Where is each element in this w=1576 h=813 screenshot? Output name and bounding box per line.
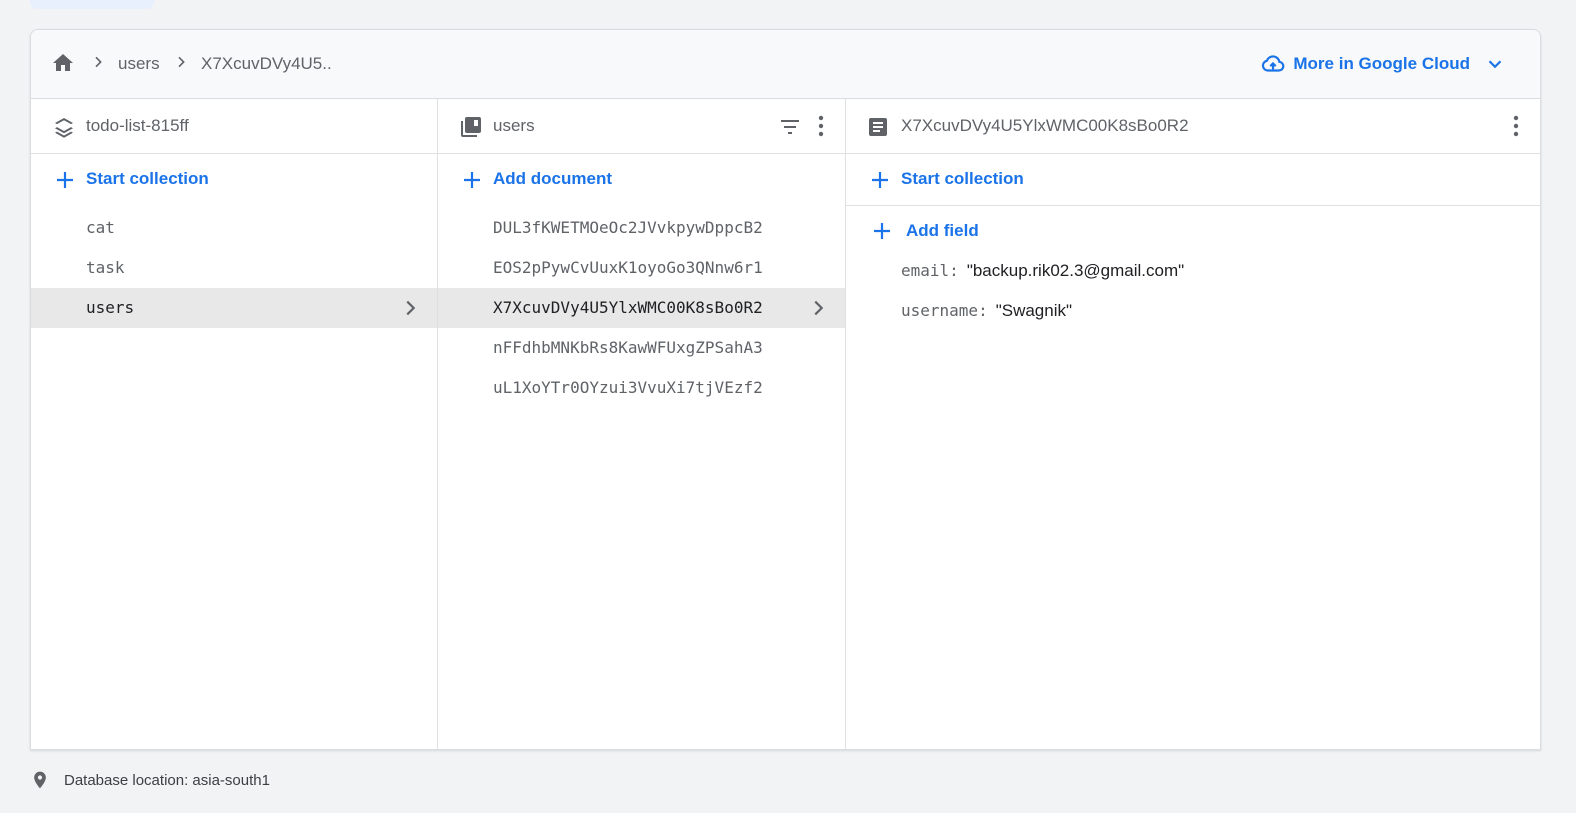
document-column: X7XcuvDVy4U5YlxWMC00K8sBo0R2 Start colle… xyxy=(846,99,1540,749)
field-key: email xyxy=(901,261,950,280)
plus-icon xyxy=(464,172,480,188)
breadcrumb-item-users[interactable]: users xyxy=(118,53,160,75)
chevron-right-icon xyxy=(178,56,185,68)
more-vert-icon[interactable] xyxy=(809,112,833,140)
breadcrumb: users X7XcuvDVy4U5.. More in Google Clou… xyxy=(31,30,1540,99)
project-title: todo-list-815ff xyxy=(86,116,189,135)
start-collection-button[interactable]: Start collection xyxy=(31,155,437,205)
location-pin-icon xyxy=(34,771,46,789)
database-location-footer: Database location: asia-south1 xyxy=(30,768,270,792)
cloud-icon xyxy=(1262,55,1285,72)
document-column-header: X7XcuvDVy4U5YlxWMC00K8sBo0R2 xyxy=(846,99,1540,154)
collection-title: users xyxy=(493,116,535,135)
start-subcollection-button[interactable]: Start collection xyxy=(846,155,1540,205)
add-document-label: Add document xyxy=(493,169,612,188)
field-value: "Swagnik" xyxy=(995,301,1073,320)
add-field-button[interactable]: Add field xyxy=(846,211,1146,251)
top-tab-pill[interactable] xyxy=(30,0,154,9)
collection-column-header: users xyxy=(438,99,845,154)
collection-icon xyxy=(461,117,481,137)
home-icon[interactable] xyxy=(51,51,75,75)
collection-item-task[interactable]: task xyxy=(31,248,437,288)
field-key: username xyxy=(901,301,979,320)
field-colon: : xyxy=(978,301,988,320)
collection-column: users Add document DUL3fKWETMOeOc2JVvkpy… xyxy=(438,99,846,749)
document-item-selected[interactable]: X7XcuvDVy4U5YlxWMC00K8sBo0R2 xyxy=(438,288,845,328)
plus-icon xyxy=(872,172,888,188)
plus-icon xyxy=(874,223,890,239)
add-document-button[interactable]: Add document xyxy=(438,155,845,205)
root-column: todo-list-815ff Start collection cat tas… xyxy=(31,99,438,749)
more-vert-icon[interactable] xyxy=(1504,112,1528,140)
breadcrumb-item-document[interactable]: X7XcuvDVy4U5.. xyxy=(201,53,332,75)
document-title: X7XcuvDVy4U5YlxWMC00K8sBo0R2 xyxy=(901,116,1189,135)
chevron-right-icon xyxy=(406,300,416,316)
field-row-email[interactable]: email: "backup.rik02.3@gmail.com" xyxy=(901,261,1184,291)
chevron-right-icon xyxy=(814,300,824,316)
chevron-down-icon xyxy=(1488,60,1502,69)
more-in-google-cloud-button[interactable]: More in Google Cloud xyxy=(1260,51,1506,77)
start-subcollection-label: Start collection xyxy=(901,169,1024,188)
more-in-google-cloud-label: More in Google Cloud xyxy=(1293,54,1470,73)
chevron-right-icon xyxy=(95,56,102,68)
document-item[interactable]: EOS2pPywCvUuxK1oyoGo3QNnw6r1 xyxy=(438,248,845,288)
plus-icon xyxy=(57,172,73,188)
field-row-username[interactable]: username: "Swagnik" xyxy=(901,301,1072,331)
database-location-text: Database location: asia-south1 xyxy=(64,771,270,789)
field-value: "backup.rik02.3@gmail.com" xyxy=(966,261,1185,280)
document-item[interactable]: DUL3fKWETMOeOc2JVvkpywDppcB2 xyxy=(438,208,845,248)
firestore-data-panel: users X7XcuvDVy4U5.. More in Google Clou… xyxy=(30,29,1541,750)
start-collection-label: Start collection xyxy=(86,169,209,188)
filter-icon[interactable] xyxy=(778,115,802,139)
database-layers-icon xyxy=(55,118,73,138)
collection-item-users[interactable]: users xyxy=(31,288,437,328)
document-icon xyxy=(869,118,887,136)
document-item[interactable]: uL1XoYTr0OYzui3VvuXi7tjVEzf2 xyxy=(438,368,845,408)
collection-item-cat[interactable]: cat xyxy=(31,208,437,248)
field-colon: : xyxy=(949,261,959,280)
root-column-header: todo-list-815ff xyxy=(31,99,437,154)
divider xyxy=(846,205,1540,206)
add-field-label: Add field xyxy=(906,221,979,240)
document-item[interactable]: nFFdhbMNKbRs8KawWFUxgZPSahA3 xyxy=(438,328,845,368)
